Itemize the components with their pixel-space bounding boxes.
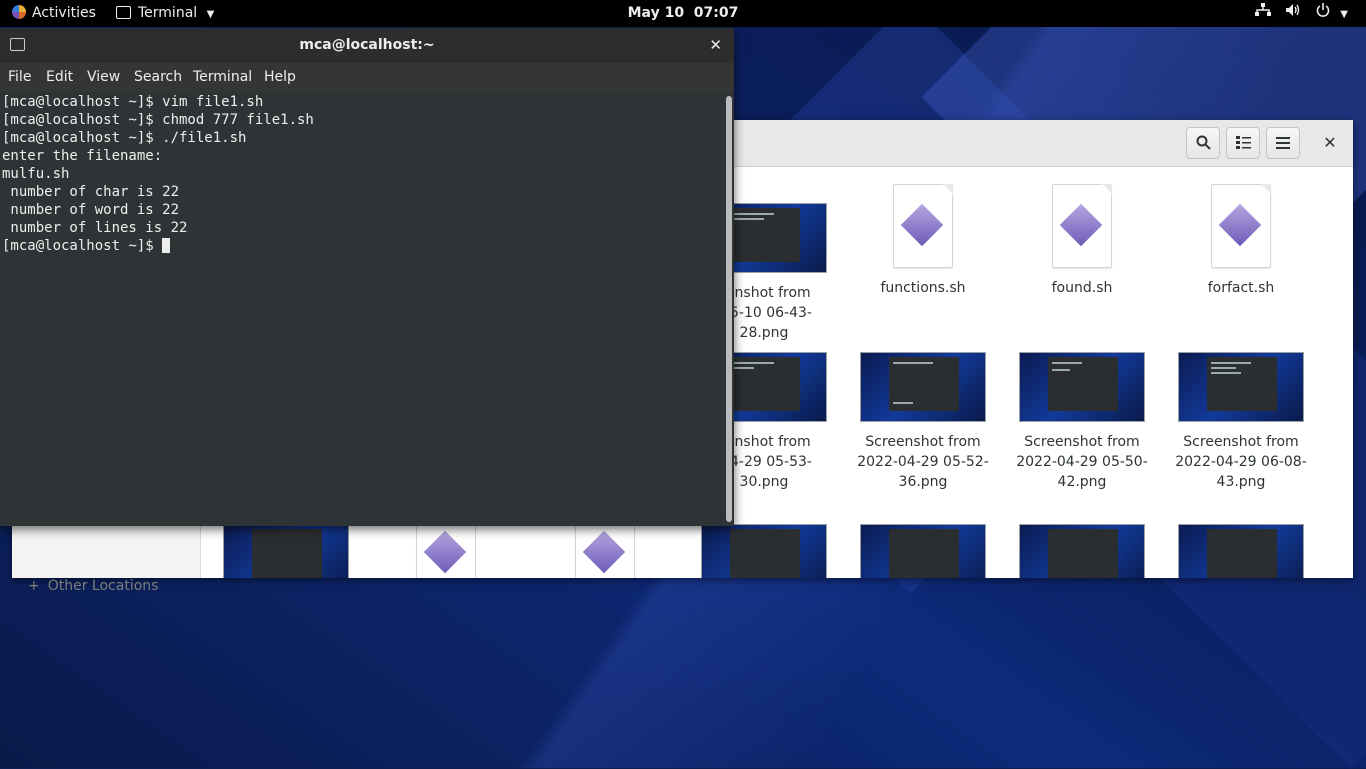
terminal-line: number of lines is 22 [2, 220, 188, 236]
terminal-titlebar[interactable]: mca@localhost:~ ✕ [0, 28, 734, 63]
script-file-icon [575, 524, 635, 578]
file-item[interactable] [848, 524, 998, 578]
menu-search[interactable]: Search [134, 63, 182, 92]
terminal-window: mca@localhost:~ ✕ File Edit View Search … [0, 28, 734, 526]
window-title: mca@localhost:~ [299, 37, 435, 53]
script-file-icon [1211, 184, 1271, 268]
file-name: forfact.sh [1207, 280, 1275, 296]
image-thumbnail [860, 352, 986, 422]
terminal-line: enter the filename: [2, 148, 163, 164]
terminal-line: mulfu.sh [2, 166, 70, 182]
script-file-icon [1052, 184, 1112, 268]
terminal-line: number of char is 22 [2, 184, 180, 200]
file-name: functions.sh [880, 280, 966, 296]
file-item[interactable] [530, 524, 680, 578]
menu-file[interactable]: File [8, 63, 31, 92]
search-icon [1196, 135, 1211, 150]
terminal-line: [mca@localhost ~]$ ./file1.sh [2, 130, 247, 146]
file-item[interactable] [371, 524, 521, 578]
terminal-menubar: File Edit View Search Terminal Help [0, 63, 734, 92]
terminal-line: [mca@localhost ~]$ chmod 777 file1.sh [2, 112, 314, 128]
menu-help[interactable]: Help [264, 63, 296, 92]
image-thumbnail [860, 524, 986, 578]
script-file-icon [893, 184, 953, 268]
image-thumbnail [701, 524, 827, 578]
file-name: Screenshot from 2022-04-29 05-50- 42.png [1016, 434, 1148, 490]
search-button[interactable] [1186, 127, 1220, 159]
file-item[interactable] [211, 524, 361, 578]
terminal-icon [10, 38, 25, 51]
power-icon [1316, 0, 1330, 26]
terminal-output[interactable]: [mca@localhost ~]$ vim file1.sh [mca@loc… [0, 92, 724, 526]
file-item[interactable]: Screenshot from 2022-04-29 05-52- 36.png [848, 352, 998, 492]
file-item[interactable]: Screenshot from 2022-04-29 06-08- 43.png [1166, 352, 1316, 492]
terminal-cursor [162, 238, 171, 253]
chevron-down-icon: ▼ [1340, 9, 1348, 20]
image-thumbnail [223, 524, 349, 578]
menu-view[interactable]: View [87, 63, 120, 92]
sidebar-item-label: Other Locations [47, 578, 159, 594]
file-item[interactable]: found.sh [1007, 184, 1157, 298]
file-name: Screenshot from 2022-04-29 06-08- 43.png [1175, 434, 1307, 490]
file-item[interactable] [689, 524, 839, 578]
sidebar-item-other-locations[interactable]: + Other Locations [28, 578, 158, 594]
file-item[interactable]: forfact.sh [1166, 184, 1316, 298]
menu-terminal[interactable]: Terminal [193, 63, 252, 92]
terminal-line: [mca@localhost ~]$ vim file1.sh [2, 94, 264, 110]
list-view-icon [1235, 136, 1251, 149]
image-thumbnail [1019, 352, 1145, 422]
top-bar: Activities Terminal ▼ May 10 07:07 ▼ [0, 0, 1366, 27]
view-mode-button[interactable] [1226, 127, 1260, 159]
file-item[interactable] [1007, 524, 1157, 578]
file-item[interactable] [1166, 524, 1316, 578]
terminal-prompt-line: [mca@localhost ~]$ [2, 237, 724, 255]
script-file-icon [416, 524, 476, 578]
terminal-line: number of word is 22 [2, 202, 180, 218]
network-icon [1254, 0, 1271, 26]
menu-edit[interactable]: Edit [46, 63, 73, 92]
hamburger-icon [1276, 137, 1290, 149]
menu-button[interactable] [1266, 127, 1300, 159]
image-thumbnail [1178, 524, 1304, 578]
scrollbar[interactable] [726, 96, 732, 522]
file-item[interactable]: functions.sh [848, 184, 998, 298]
file-name: found.sh [1051, 280, 1113, 296]
volume-icon [1285, 0, 1301, 26]
close-icon[interactable]: ✕ [1319, 132, 1341, 154]
image-thumbnail [1019, 524, 1145, 578]
plus-icon: + [28, 578, 40, 594]
file-name: Screenshot from 2022-04-29 05-52- 36.png [857, 434, 989, 490]
system-tray[interactable]: ▼ [1245, 0, 1348, 27]
file-item[interactable]: Screenshot from 2022-04-29 05-50- 42.png [1007, 352, 1157, 492]
clock[interactable]: May 10 07:07 [0, 0, 1366, 27]
close-icon[interactable]: ✕ [709, 28, 722, 62]
image-thumbnail [1178, 352, 1304, 422]
terminal-prompt: [mca@localhost ~]$ [2, 238, 163, 254]
